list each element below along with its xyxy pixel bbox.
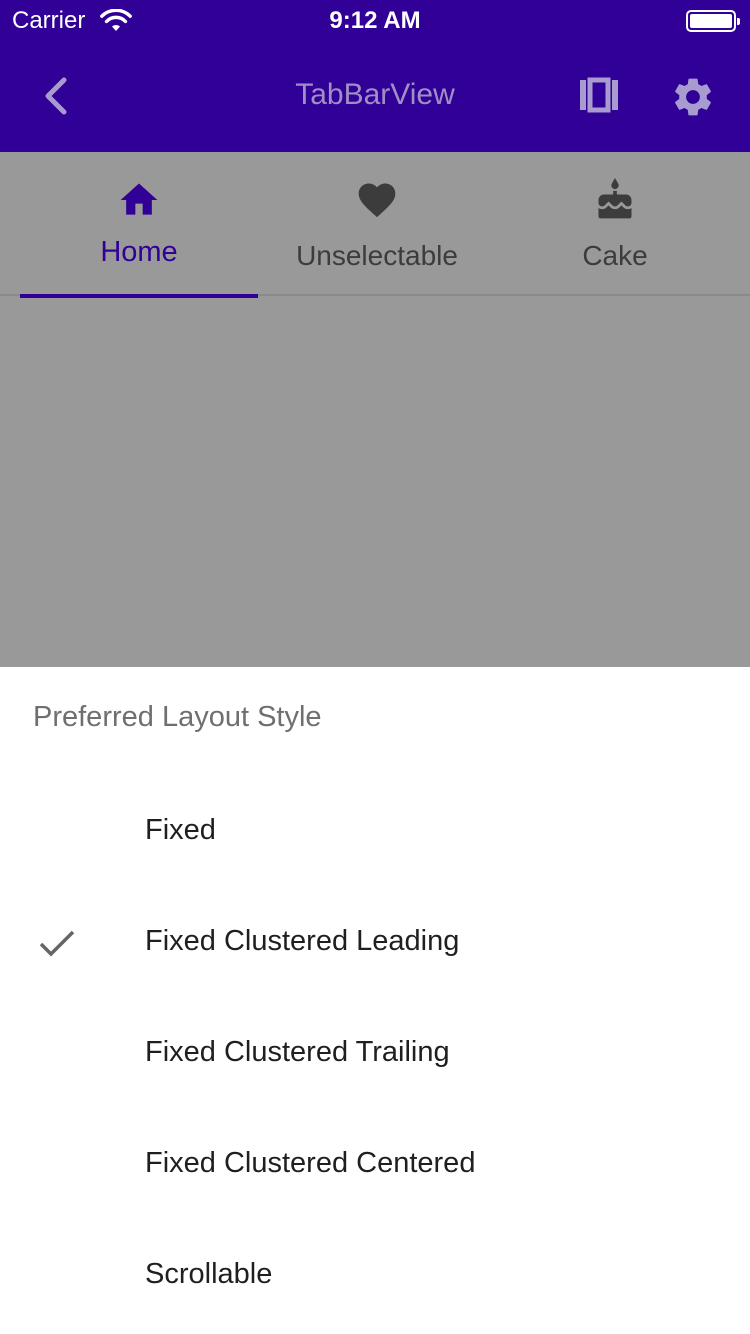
option-scrollable[interactable]: Scrollable — [0, 1222, 750, 1333]
tab-unselectable[interactable]: Unselectable — [258, 152, 496, 296]
option-fixed-clustered-leading[interactable]: Fixed Clustered Leading — [0, 889, 750, 1000]
tab-cake[interactable]: Cake — [496, 152, 734, 296]
option-label: Fixed Clustered Trailing — [145, 1036, 450, 1068]
option-fixed-clustered-trailing[interactable]: Fixed Clustered Trailing — [0, 1000, 750, 1111]
heart-icon — [358, 183, 396, 218]
page-title: TabBarView — [295, 78, 455, 111]
battery-icon — [686, 10, 740, 32]
tab-home[interactable]: Home — [20, 152, 258, 298]
tab-cake-label: Cake — [582, 240, 648, 271]
tab-bar: Home Unselectable Cake — [0, 152, 750, 298]
option-label: Fixed Clustered Leading — [145, 925, 460, 957]
option-label: Fixed — [145, 814, 216, 846]
view-layout-icon[interactable] — [578, 76, 620, 116]
cake-icon — [598, 178, 632, 219]
option-fixed-clustered-centered[interactable]: Fixed Clustered Centered — [0, 1111, 750, 1222]
settings-icon[interactable] — [670, 74, 716, 120]
status-bar: Carrier 9:12 AM — [0, 0, 750, 40]
app-bar: TabBarView — [0, 40, 750, 152]
option-fixed[interactable]: Fixed — [0, 778, 750, 889]
tab-home-label: Home — [100, 236, 178, 268]
sheet-title: Preferred Layout Style — [33, 701, 322, 733]
checkmark-icon — [39, 930, 75, 957]
tab-unselectable-label: Unselectable — [296, 240, 458, 271]
home-icon — [120, 183, 158, 215]
status-time: 9:12 AM — [329, 7, 421, 34]
tab-indicator — [20, 294, 258, 298]
option-label: Fixed Clustered Centered — [145, 1147, 476, 1179]
option-label: Scrollable — [145, 1258, 273, 1290]
layout-style-sheet: Preferred Layout Style Fixed Fixed Clust… — [0, 667, 750, 1334]
